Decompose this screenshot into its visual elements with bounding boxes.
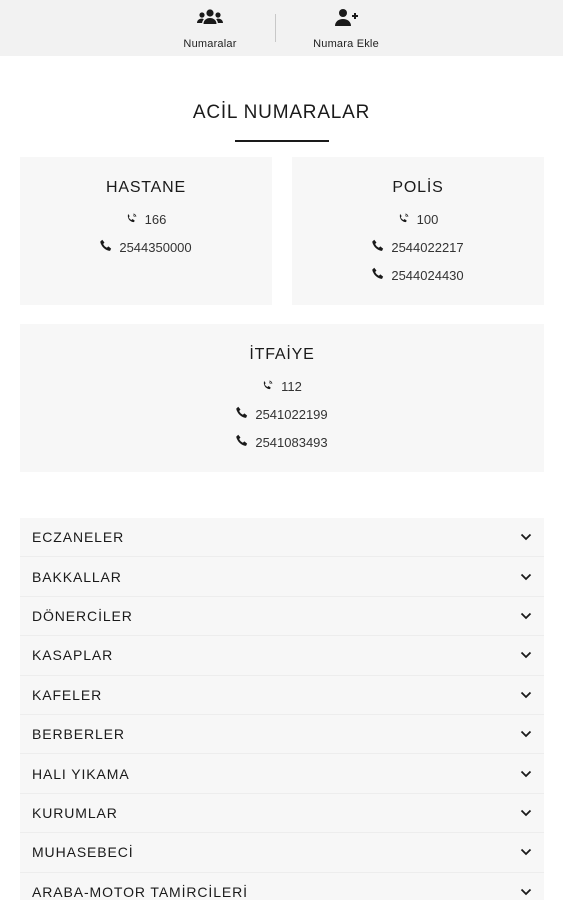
chevron-down-icon [520,730,532,738]
accordion-item-donerciler[interactable]: DÖNERCİLER [20,596,544,637]
phone-icon [236,406,255,422]
emergency-card-polis: POLİS 100 2544022217 2544024430 [292,157,544,305]
phone-icon [100,239,119,255]
accordion-label: ARABA-MOTOR TAMİRCİLERİ [32,883,248,900]
accordion-item-hali-yikama[interactable]: HALI YIKAMA [20,754,544,794]
phone-volume-icon [126,212,145,227]
tab-numara-ekle[interactable]: Numara Ekle [300,8,392,50]
phone-link[interactable]: 2544024430 [292,265,544,285]
phone-number: 2544024430 [391,267,464,283]
emergency-card-hastane: HASTANE 166 2544350000 [20,157,272,305]
card-title: İTFAİYE [249,346,315,363]
phone-number: 2544022217 [391,239,464,255]
accordion-item-eczaneler[interactable]: ECZANELER [20,518,544,558]
accordion-item-muhasebeci[interactable]: MUHASEBECİ [20,833,544,873]
phone-volume-icon [262,379,281,394]
phone-link[interactable]: 2541083493 [20,432,544,452]
chevron-down-icon [520,612,532,620]
accordion-label: BERBERLER [32,726,125,743]
accordion-item-araba-motor-tamircileri[interactable]: ARABA-MOTOR TAMİRCİLERİ [20,872,544,900]
chevron-down-icon [520,770,532,778]
short-number: 100 [416,211,439,227]
accordion-item-berberler[interactable]: BERBERLER [20,714,544,755]
short-number-link[interactable]: 112 [20,376,544,396]
accordion-item-bakkallar[interactable]: BAKKALLAR [20,557,544,597]
chevron-down-icon [520,651,532,659]
chevron-down-icon [520,809,532,817]
emergency-card-itfaiye: İTFAİYE 112 2541022199 2541083493 [20,324,544,472]
chevron-down-icon [520,573,532,581]
short-number-link[interactable]: 166 [20,209,272,229]
accordion-label: MUHASEBECİ [32,844,134,861]
phone-icon [372,267,391,283]
tab-numaralar-label: Numaralar [183,38,237,50]
phone-number: 2541083493 [255,434,328,450]
short-number: 166 [144,211,167,227]
chevron-down-icon [520,533,532,541]
user-plus-icon [333,8,359,33]
phone-icon [236,434,255,450]
page-title: ACİL NUMARALAR [192,102,371,123]
accordion-label: KAFELER [32,686,103,703]
phone-icon [372,239,391,255]
card-title: POLİS [392,179,444,196]
accordion-label: HALI YIKAMA [32,765,130,782]
tab-divider [275,14,276,42]
tab-numara-ekle-label: Numara Ekle [313,38,379,50]
category-accordion: ECZANELER BAKKALLAR DÖNERCİLER KASAPLAR … [20,518,544,900]
phone-link[interactable]: 2541022199 [20,404,544,424]
phone-link[interactable]: 2544022217 [292,237,544,257]
chevron-down-icon [520,888,532,896]
accordion-item-kurumlar[interactable]: KURUMLAR [20,793,544,834]
accordion-item-kafeler[interactable]: KAFELER [20,675,544,715]
accordion-label: KASAPLAR [32,647,114,664]
short-number-link[interactable]: 100 [292,209,544,229]
phone-volume-icon [398,212,417,227]
phone-number: 2541022199 [255,406,328,422]
top-nav-bar: Numaralar Numara Ekle [0,0,563,56]
phone-link[interactable]: 2544350000 [20,237,272,257]
phone-number: 2544350000 [119,239,192,255]
title-underline [235,140,329,142]
users-icon [197,8,223,33]
short-number: 112 [281,378,302,394]
accordion-item-kasaplar[interactable]: KASAPLAR [20,636,544,676]
card-title: HASTANE [106,179,186,196]
chevron-down-icon [520,848,532,856]
tab-numaralar[interactable]: Numaralar [170,8,250,50]
accordion-label: KURUMLAR [32,804,118,821]
accordion-label: BAKKALLAR [32,568,122,585]
chevron-down-icon [520,691,532,699]
accordion-label: DÖNERCİLER [32,607,133,624]
accordion-label: ECZANELER [32,529,125,546]
